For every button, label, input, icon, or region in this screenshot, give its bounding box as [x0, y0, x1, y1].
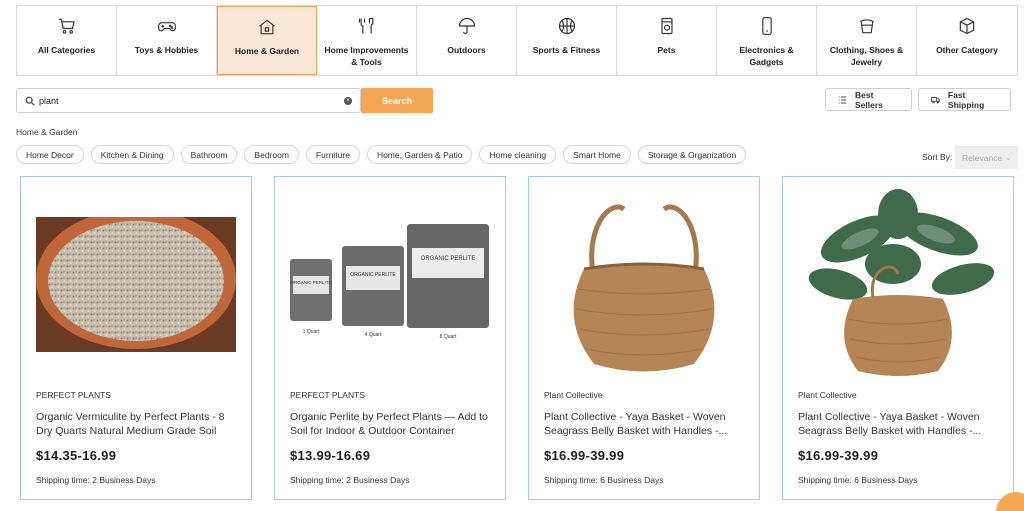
- chip-home-decor[interactable]: Home Decor: [16, 145, 84, 164]
- subcategory-chips: Home Decor Kitchen & Dining Bathroom Bed…: [16, 145, 747, 164]
- search-box[interactable]: ×: [16, 88, 361, 113]
- hat-icon: [859, 19, 874, 34]
- bag-label: 8 Quart: [440, 334, 457, 340]
- fast-shipping-button[interactable]: Fast Shipping: [918, 88, 1011, 111]
- sort-select[interactable]: Relevance ⌄: [955, 146, 1018, 169]
- product-price: $13.99-16.69: [290, 448, 371, 463]
- search-icon: [25, 96, 35, 106]
- category-clothing[interactable]: Clothing, Shoes & Jewelry: [817, 6, 917, 75]
- product-image[interactable]: [798, 189, 998, 379]
- bag-brand: ORGANIC PERLITE: [421, 256, 476, 262]
- chip-kitchen-dining[interactable]: Kitchen & Dining: [90, 145, 174, 164]
- product-shipping: Shipping time: 2 Business Days: [36, 475, 156, 485]
- chip-smart-home[interactable]: Smart Home: [563, 145, 631, 164]
- best-sellers-label: Best Sellers: [855, 89, 883, 110]
- category-pets[interactable]: Pets: [617, 6, 717, 75]
- chip-home-cleaning[interactable]: Home cleaning: [479, 145, 557, 164]
- basket-with-plant-image: [808, 189, 995, 376]
- category-label: Sports & Fitness: [532, 45, 601, 55]
- chip-home-garden-patio[interactable]: Home, Garden & Patio: [366, 145, 473, 164]
- product-title[interactable]: Plant Collective - Yaya Basket - Woven S…: [544, 410, 749, 438]
- phone-icon: [761, 17, 772, 35]
- bag-label: 1 Quart: [303, 329, 320, 335]
- box-icon: [959, 17, 975, 35]
- category-label: Other Category: [936, 45, 998, 55]
- category-label: Toys & Hobbies: [134, 45, 199, 55]
- category-other[interactable]: Other Category: [917, 6, 1017, 75]
- category-label: Outdoors: [447, 45, 486, 55]
- product-title[interactable]: Plant Collective - Yaya Basket - Woven S…: [798, 410, 1003, 438]
- category-home-garden[interactable]: Home & Garden: [217, 6, 317, 75]
- sort-value: Relevance: [962, 152, 1003, 163]
- product-brand[interactable]: PERFECT PLANTS: [290, 390, 365, 400]
- clear-search-icon[interactable]: ×: [344, 96, 352, 105]
- product-shipping: Shipping time: 6 Business Days: [798, 475, 918, 485]
- category-sports[interactable]: Sports & Fitness: [517, 6, 617, 75]
- list-icon: [838, 95, 847, 104]
- category-bar: All Categories Toys & Hobbies Home & Gar…: [16, 5, 1018, 76]
- category-label: All Categories: [37, 45, 96, 55]
- gamepad-icon: [157, 22, 176, 32]
- category-label: Clothing, Shoes & Jewelry: [829, 45, 904, 67]
- product-brand[interactable]: PERFECT PLANTS: [36, 390, 111, 400]
- best-sellers-button[interactable]: Best Sellers: [825, 88, 912, 111]
- category-home-improvements[interactable]: Home Improvements & Tools: [317, 6, 417, 75]
- product-brand[interactable]: Plant Collective: [544, 390, 603, 400]
- tools-icon: [358, 17, 373, 34]
- category-label: Pets: [657, 45, 676, 55]
- sort-label: Sort By:: [922, 152, 953, 162]
- product-card[interactable]: Plant Collective Plant Collective - Yaya…: [528, 176, 760, 500]
- product-image[interactable]: ORGANIC PERLITE 1 Quart ORGANIC PERLITE …: [290, 189, 490, 379]
- category-toys[interactable]: Toys & Hobbies: [117, 6, 217, 75]
- vermiculite-pot-image: [36, 216, 236, 352]
- basketball-icon: [558, 17, 575, 35]
- chip-furniture[interactable]: Furniture: [305, 145, 360, 164]
- product-brand[interactable]: Plant Collective: [798, 390, 857, 400]
- chip-bedroom[interactable]: Bedroom: [244, 145, 299, 164]
- product-image[interactable]: [36, 189, 236, 379]
- bag-brand: ORGANIC PERLITE: [290, 280, 331, 285]
- product-title[interactable]: Organic Vermiculite by Perfect Plants - …: [36, 410, 241, 438]
- cart-icon: [58, 18, 75, 34]
- product-price: $16.99-39.99: [798, 448, 879, 463]
- product-title[interactable]: Organic Perlite by Perfect Plants — Add …: [290, 410, 495, 438]
- truck-icon: [931, 96, 940, 103]
- category-label: Electronics & Gadgets: [739, 45, 794, 67]
- product-card[interactable]: ORGANIC PERLITE 1 Quart ORGANIC PERLITE …: [274, 176, 506, 500]
- house-icon: [259, 19, 275, 35]
- product-image[interactable]: [544, 189, 744, 379]
- category-outdoors[interactable]: Outdoors: [417, 6, 517, 75]
- search-input[interactable]: [39, 95, 344, 106]
- breadcrumb[interactable]: Home & Garden: [16, 127, 77, 137]
- perlite-bags-image: ORGANIC PERLITE 1 Quart ORGANIC PERLITE …: [290, 224, 489, 340]
- product-shipping: Shipping time: 2 Business Days: [290, 475, 410, 485]
- pet-food-icon: [660, 17, 673, 35]
- bag-brand: ORGANIC PERLITE: [350, 272, 396, 278]
- woven-basket-image: [573, 204, 715, 372]
- product-card[interactable]: PERFECT PLANTS Organic Vermiculite by Pe…: [20, 176, 252, 500]
- chip-bathroom[interactable]: Bathroom: [180, 145, 238, 164]
- category-label: Home & Garden: [234, 46, 300, 56]
- product-price: $14.35-16.99: [36, 448, 117, 463]
- category-label: Home Improvements & Tools: [324, 45, 409, 67]
- search-button[interactable]: Search: [361, 88, 433, 113]
- bag-label: 4 Quart: [365, 332, 382, 338]
- umbrella-icon: [458, 17, 475, 35]
- chip-storage-organization[interactable]: Storage & Organization: [637, 145, 747, 164]
- product-card[interactable]: Plant Collective Plant Collective - Yaya…: [782, 176, 1014, 500]
- product-price: $16.99-39.99: [544, 448, 625, 463]
- category-all[interactable]: All Categories: [17, 6, 117, 75]
- chevron-down-icon: ⌄: [1005, 154, 1012, 162]
- category-electronics[interactable]: Electronics & Gadgets: [717, 6, 817, 75]
- fast-shipping-label: Fast Shipping: [947, 89, 985, 110]
- product-shipping: Shipping time: 6 Business Days: [544, 475, 664, 485]
